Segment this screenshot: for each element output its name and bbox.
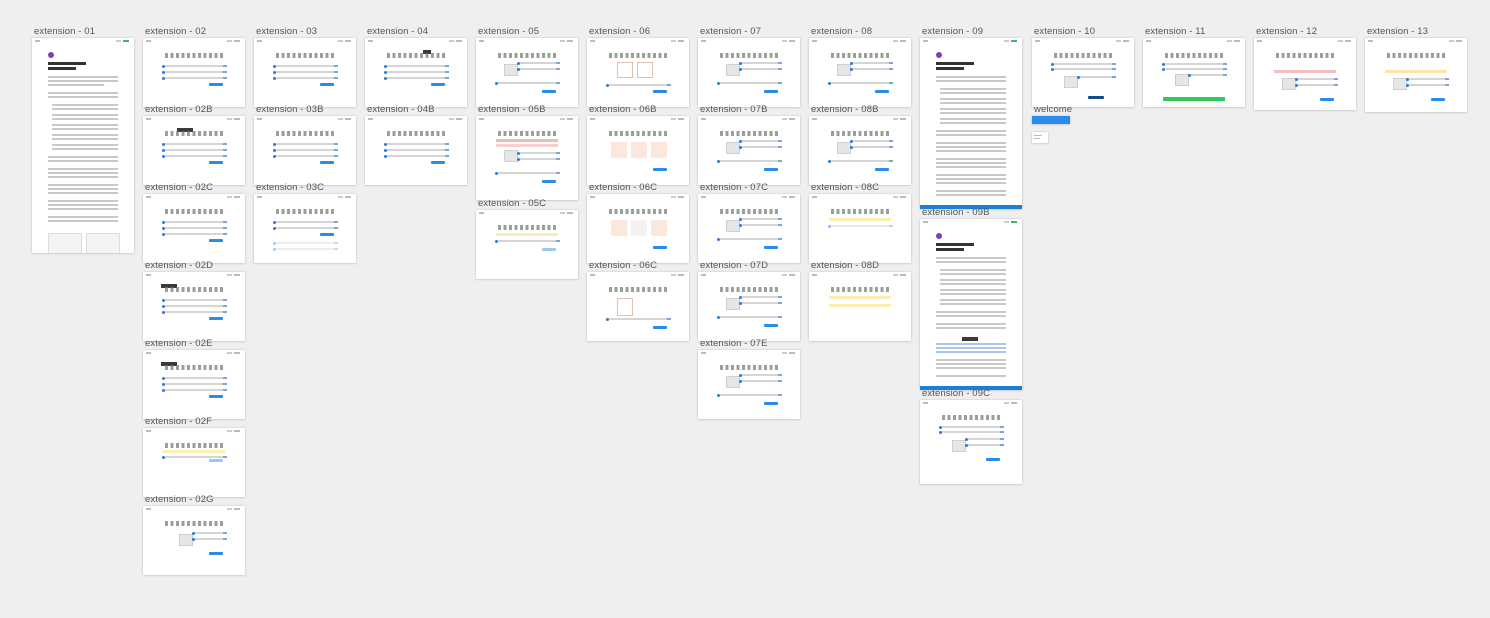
frame-label: extension - 02E [145,338,213,349]
artboard-extension-06c[interactable] [587,194,689,263]
artboard-extension-01[interactable] [32,38,134,253]
avatar [936,233,942,239]
frame-label: extension - 01 [34,26,96,37]
frame-label: extension - 09B [922,207,990,218]
artboard-extension-13[interactable] [1365,38,1467,112]
frame-label: extension - 12 [1256,26,1318,37]
artboard-extension-04[interactable] [365,38,467,107]
frame-label: extension - 08D [811,260,880,271]
frame-label: extension - 13 [1367,26,1429,37]
artboard-extension-08b[interactable] [809,116,911,185]
frame-label: extension - 06B [589,104,657,115]
artboard-extension-07c[interactable] [698,194,800,263]
artboard-welcome-small[interactable] [1032,132,1048,143]
artboard-extension-02[interactable] [143,38,245,107]
artboard-welcome[interactable] [1032,116,1070,124]
frame-label: extension - 10 [1034,26,1096,37]
artboard-extension-08d[interactable] [809,272,911,341]
artboard-extension-07d[interactable] [698,272,800,341]
artboard-extension-05b[interactable] [476,116,578,200]
frame-label: extension - 09C [922,388,991,399]
artboard-extension-02f[interactable] [143,428,245,497]
artboard-extension-12[interactable] [1254,38,1356,110]
frame-label: extension - 07D [700,260,769,271]
artboard-extension-11[interactable] [1143,38,1245,107]
frame-label: extension - 05C [478,198,547,209]
frame-label: extension - 05B [478,104,546,115]
artboard-extension-02e[interactable] [143,350,245,419]
artboard-extension-10[interactable] [1032,38,1134,107]
frame-label: welcome [1034,104,1073,115]
frame-label: extension - 04B [367,104,435,115]
frame-label: extension - 02F [145,416,212,427]
frame-label: extension - 02C [145,182,214,193]
frame-label: extension - 05 [478,26,540,37]
artboard-extension-02d[interactable] [143,272,245,341]
frame-label: extension - 06 [589,26,651,37]
frame-label: extension - 02 [145,26,207,37]
artboard-extension-07b[interactable] [698,116,800,185]
artboard-extension-07[interactable] [698,38,800,107]
frame-label: extension - 07B [700,104,768,115]
frame-label: extension - 04 [367,26,429,37]
artboard-extension-05[interactable] [476,38,578,107]
frame-label: extension - 03C [256,182,325,193]
artboard-extension-08[interactable] [809,38,911,107]
frame-label: extension - 11 [1145,26,1206,37]
frame-label: extension - 02G [145,494,214,505]
frame-label: extension - 06C [589,260,658,271]
avatar [48,52,54,58]
frame-label: extension - 08C [811,182,880,193]
artboard-extension-05c[interactable] [476,210,578,279]
artboard-extension-08c[interactable] [809,194,911,263]
frame-label: extension - 08 [811,26,873,37]
frame-label: extension - 08B [811,104,879,115]
artboard-extension-09[interactable] [920,38,1022,209]
artboard-extension-06b[interactable] [587,116,689,185]
artboard-extension-03[interactable] [254,38,356,107]
artboard-extension-03c[interactable] [254,194,356,263]
artboard-extension-04b[interactable] [365,116,467,185]
artboard-extension-02g[interactable] [143,506,245,575]
frame-label: extension - 02D [145,260,214,271]
artboard-extension-07e[interactable] [698,350,800,419]
avatar [936,52,942,58]
frame-label: extension - 07 [700,26,762,37]
artboard-extension-02b[interactable] [143,116,245,185]
artboard-extension-09c[interactable] [920,400,1022,484]
frame-label: extension - 07E [700,338,768,349]
artboard-extension-06[interactable] [587,38,689,107]
frame-label: extension - 03 [256,26,318,37]
frame-label: extension - 09 [922,26,984,37]
artboard-extension-06d[interactable] [587,272,689,341]
frame-label: extension - 03B [256,104,324,115]
artboard-extension-09b[interactable] [920,219,1022,390]
frame-label: extension - 07C [700,182,769,193]
artboard-extension-03b[interactable] [254,116,356,185]
frame-label: extension - 02B [145,104,213,115]
frame-label: extension - 06C [589,182,658,193]
artboard-extension-02c[interactable] [143,194,245,263]
